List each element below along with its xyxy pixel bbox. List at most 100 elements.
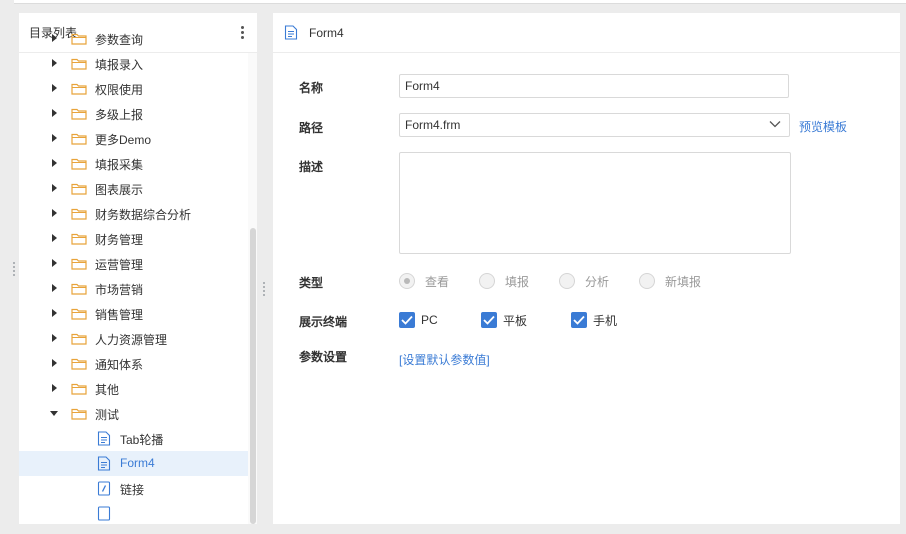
expand-arrow-icon[interactable] — [52, 34, 57, 42]
tree-item-label: 测试 — [95, 408, 120, 422]
name-input[interactable] — [399, 74, 789, 98]
tree-item[interactable]: 图表展示 — [19, 176, 248, 201]
checkbox-box[interactable] — [571, 312, 587, 328]
panel-resize-handle[interactable] — [261, 282, 267, 296]
expand-arrow-icon[interactable] — [52, 359, 57, 367]
tree-item[interactable]: 更多Demo — [19, 126, 248, 151]
tree-item[interactable]: 市场营销 — [19, 276, 248, 301]
terminal-checkbox-tablet[interactable]: 平板 — [481, 312, 527, 328]
tree-item[interactable]: 多级上报 — [19, 101, 248, 126]
radio-label: 填报 — [505, 274, 530, 289]
description-textarea[interactable] — [399, 152, 791, 254]
tree-item-label: 填报采集 — [95, 158, 144, 172]
tree-item-label: 销售管理 — [95, 308, 144, 322]
type-radio-view[interactable]: 查看 — [399, 273, 449, 289]
preview-template-link[interactable]: 预览模板 — [799, 118, 847, 135]
tree-item-label: 其他 — [95, 383, 120, 397]
param-label: 参数设置 — [299, 350, 348, 364]
tree-item-label: 填报录入 — [95, 58, 144, 72]
link-file-icon — [97, 481, 111, 496]
expand-arrow-icon[interactable] — [52, 309, 57, 317]
tree-item-label: Tab轮播 — [120, 433, 164, 447]
tree-item[interactable]: 人力资源管理 — [19, 326, 248, 351]
expand-arrow-icon[interactable] — [52, 209, 57, 217]
tree-item-label: 人力资源管理 — [95, 333, 168, 347]
terminal-checkbox-mobile[interactable]: 手机 — [571, 312, 617, 328]
tree-item[interactable]: 权限使用 — [19, 76, 248, 101]
folder-icon — [71, 158, 87, 170]
tree-item-label: 通知体系 — [95, 358, 144, 372]
folder-icon — [71, 308, 87, 320]
radio-label: 查看 — [425, 274, 450, 289]
tree-item-expanded[interactable]: 测试 — [19, 401, 248, 426]
left-resize-handle[interactable] — [11, 262, 17, 276]
expand-arrow-icon[interactable] — [52, 159, 57, 167]
radio-circle[interactable] — [479, 273, 495, 289]
check-icon — [483, 315, 495, 325]
type-radio-fill[interactable]: 填报 — [479, 273, 529, 289]
sidebar-scrollbar-thumb[interactable] — [250, 228, 256, 524]
expand-arrow-icon[interactable] — [52, 334, 57, 342]
tree-item-label: 财务管理 — [95, 233, 144, 247]
folder-icon — [71, 58, 87, 70]
terminal-checkbox-pc[interactable]: PC — [399, 312, 438, 328]
expand-arrow-icon[interactable] — [52, 184, 57, 192]
collapse-arrow-icon[interactable] — [50, 411, 58, 416]
tree-child-item[interactable]: 链接 — [19, 476, 248, 501]
expand-arrow-icon[interactable] — [52, 84, 57, 92]
tree-child-item-clipped[interactable] — [19, 501, 248, 524]
checkbox-label: 手机 — [593, 313, 618, 328]
radio-label: 新填报 — [665, 274, 702, 289]
top-bar — [14, 0, 906, 4]
tree-item[interactable]: 填报录入 — [19, 51, 248, 76]
tree-item-label: 财务数据综合分析 — [95, 208, 192, 222]
set-default-params-link[interactable]: [设置默认参数值] — [399, 351, 490, 368]
type-radio-new-fill[interactable]: 新填报 — [639, 273, 701, 289]
tree-item[interactable]: 填报采集 — [19, 151, 248, 176]
expand-arrow-icon[interactable] — [52, 109, 57, 117]
expand-arrow-icon[interactable] — [52, 259, 57, 267]
tree-item[interactable]: 财务数据综合分析 — [19, 201, 248, 226]
name-label: 名称 — [299, 81, 324, 95]
folder-icon — [71, 383, 87, 395]
tree-item-label: 权限使用 — [95, 83, 144, 97]
expand-arrow-icon[interactable] — [52, 384, 57, 392]
terminal-label: 展示终端 — [299, 315, 348, 329]
radio-circle[interactable] — [639, 273, 655, 289]
expand-arrow-icon[interactable] — [52, 59, 57, 67]
checkbox-box[interactable] — [481, 312, 497, 328]
tree-child-item-selected[interactable]: Form4 — [19, 451, 248, 476]
tree-item[interactable]: 财务管理 — [19, 226, 248, 251]
path-select[interactable]: Form4.frm — [399, 113, 790, 137]
tree-item[interactable]: 运营管理 — [19, 251, 248, 276]
type-radio-analysis[interactable]: 分析 — [559, 273, 609, 289]
expand-arrow-icon[interactable] — [52, 284, 57, 292]
path-select-value: Form4.frm — [405, 118, 461, 132]
folder-icon — [71, 258, 87, 270]
folder-icon — [71, 108, 87, 120]
folder-icon — [71, 283, 87, 295]
expand-arrow-icon[interactable] — [52, 134, 57, 142]
tree-child-item[interactable]: Tab轮播 — [19, 426, 248, 451]
tree-item-label: 市场营销 — [95, 283, 144, 297]
tree-item-label: Form4 — [120, 456, 155, 470]
tree-item[interactable]: 参数查询 — [19, 26, 248, 51]
file-icon — [97, 431, 111, 446]
check-icon — [401, 315, 413, 325]
page-title: Form4 — [309, 25, 344, 40]
checkbox-label: 平板 — [503, 313, 528, 328]
file-icon — [284, 25, 298, 40]
folder-icon — [71, 133, 87, 145]
tree-item-label: 运营管理 — [95, 258, 144, 272]
tree-item[interactable]: 通知体系 — [19, 351, 248, 376]
radio-circle[interactable] — [559, 273, 575, 289]
radio-circle[interactable] — [399, 273, 415, 289]
type-label: 类型 — [299, 276, 324, 290]
tree-item[interactable]: 销售管理 — [19, 301, 248, 326]
expand-arrow-icon[interactable] — [52, 234, 57, 242]
tree-item[interactable]: 其他 — [19, 376, 248, 401]
checkbox-box[interactable] — [399, 312, 415, 328]
content-header: Form4 — [273, 13, 906, 53]
tree-item-label: 多级上报 — [95, 108, 144, 122]
radio-label: 分析 — [585, 274, 610, 289]
